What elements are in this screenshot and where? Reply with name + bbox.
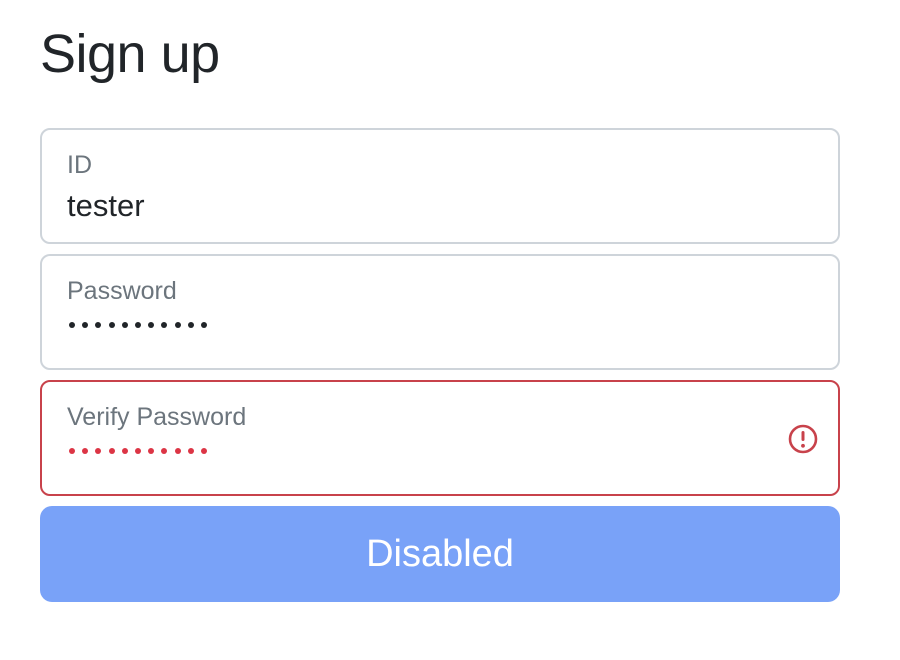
verify-password-field-masked-value[interactable] (69, 448, 207, 454)
mask-dot (161, 322, 168, 328)
mask-dot (134, 322, 141, 328)
mask-dot (174, 322, 181, 328)
mask-dot (148, 322, 155, 328)
page-title: Sign up (40, 24, 220, 84)
mask-dot (69, 322, 75, 328)
error-exclamation-icon (788, 424, 818, 454)
mask-dot (82, 322, 89, 328)
mask-dot (95, 322, 102, 328)
mask-dot (69, 448, 75, 454)
mask-dot (200, 448, 207, 454)
mask-dot (187, 448, 194, 454)
mask-dot (134, 448, 141, 454)
mask-dot (161, 448, 168, 454)
mask-dot (200, 322, 207, 328)
mask-dot (82, 448, 89, 454)
password-field-masked-value[interactable] (69, 322, 207, 328)
id-field-value[interactable]: tester (67, 188, 145, 224)
verify-password-field-label: Verify Password (67, 403, 247, 431)
id-field-label: ID (67, 151, 92, 179)
verify-password-field[interactable]: Verify Password (40, 380, 840, 496)
submit-button[interactable]: Disabled (40, 506, 840, 602)
mask-dot (174, 448, 181, 454)
password-field-label: Password (67, 277, 177, 305)
mask-dot (121, 322, 128, 328)
id-field[interactable]: ID tester (40, 128, 840, 244)
password-field[interactable]: Password (40, 254, 840, 370)
mask-dot (108, 322, 115, 328)
mask-dot (108, 448, 115, 454)
signup-page: Sign up ID tester Password Verify Passwo… (0, 0, 900, 660)
mask-dot (187, 322, 194, 328)
mask-dot (148, 448, 155, 454)
mask-dot (121, 448, 128, 454)
mask-dot (95, 448, 102, 454)
